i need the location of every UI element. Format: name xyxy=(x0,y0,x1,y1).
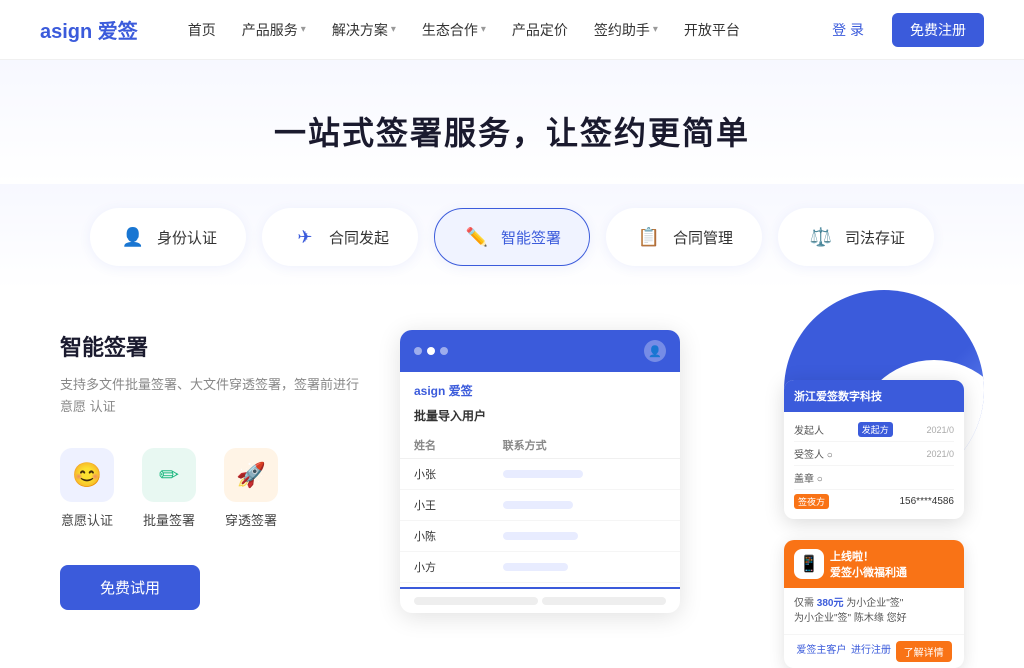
demo-card-header: 👤 xyxy=(400,330,680,372)
popup-notif-body: 仅需 380元 为小企业"签" 为小企业"签" 陈木缘 您好 xyxy=(784,588,964,634)
header: asign 爱签 首页 产品服务 ▾ 解决方案 ▾ 生态合作 ▾ 产品定价 签约… xyxy=(0,0,1024,60)
logo[interactable]: asign 爱签 xyxy=(40,15,138,44)
feature-pills: 👤 身份认证 ✈ 合同发起 ✏️ 智能签署 📋 合同管理 ⚖️ 司法存证 xyxy=(0,184,1024,290)
pill-judicial[interactable]: ⚖️ 司法存证 xyxy=(778,208,934,266)
try-free-button[interactable]: 免费试用 xyxy=(60,565,200,610)
demo-card: 👤 asign 爱签 批量导入用户 姓名 联系方式 小张 xyxy=(400,330,680,613)
demo-dot xyxy=(440,347,448,355)
table-row: 小陈 xyxy=(400,521,680,552)
content-left: 智能签署 支持多文件批量签署、大文件穿透签署，签署前进行意愿 认证 😊 意愿认证… xyxy=(60,320,360,613)
demo-input-row xyxy=(400,587,680,613)
header-actions: 登 录 免费注册 xyxy=(816,13,984,47)
table-row: 小张 xyxy=(400,459,680,490)
notif-body: 发起人 发起方 2021/0 受签人 ○ 2021/0 盖章 ○ 签夜方 156… xyxy=(784,412,964,519)
popup-action-1[interactable]: 爱签主客户 xyxy=(796,641,846,662)
demo-col-contact: 联系方式 xyxy=(489,432,680,459)
popup-notification: 📱 上线啦！ 爱签小微福利通 仅需 380元 为小企业"签" 为小企业"签" 陈… xyxy=(784,540,964,668)
notif-row: 盖章 ○ xyxy=(794,466,954,490)
main-content: 智能签署 支持多文件批量签署、大文件穿透签署，签署前进行意愿 认证 😊 意愿认证… xyxy=(0,290,1024,613)
pill-contract-manage[interactable]: 📋 合同管理 xyxy=(606,208,762,266)
popup-cta-button[interactable]: 了解详情 xyxy=(896,641,952,662)
nav-home[interactable]: 首页 xyxy=(178,14,226,46)
nav-ecosystem[interactable]: 生态合作 ▾ xyxy=(412,14,496,46)
popup-notif-header: 📱 上线啦！ 爱签小微福利通 xyxy=(784,540,964,588)
main-nav: 首页 产品服务 ▾ 解决方案 ▾ 生态合作 ▾ 产品定价 签约助手 ▾ 开放平台 xyxy=(178,14,816,46)
send-icon: ✈ xyxy=(291,223,319,251)
section-title: 智能签署 xyxy=(60,330,360,362)
popup-notif-footer: 爱签主客户 进行注册 了解详情 xyxy=(784,634,964,668)
notif-row: 发起人 发起方 2021/0 xyxy=(794,418,954,442)
demo-input xyxy=(414,597,538,605)
register-button[interactable]: 免费注册 xyxy=(892,13,984,47)
hero-section: 一站式签署服务，让签约更简单 xyxy=(0,60,1024,184)
demo-dot xyxy=(414,347,422,355)
notif-company: 浙江爱签数字科技 xyxy=(794,391,882,403)
pen-icon: ✏️ xyxy=(463,223,491,251)
feature-intent-auth[interactable]: 😊 意愿认证 xyxy=(60,448,114,529)
demo-input xyxy=(542,597,666,605)
notif-row: 受签人 ○ 2021/0 xyxy=(794,442,954,466)
table-row: 小王 xyxy=(400,490,680,521)
logo-text: asign 爱签 xyxy=(40,15,138,44)
popup-notif-icon: 📱 xyxy=(794,549,824,579)
nav-products[interactable]: 产品服务 ▾ xyxy=(232,14,316,46)
chevron-down-icon: ▾ xyxy=(391,24,396,35)
feature-icons: 😊 意愿认证 ✏ 批量签署 🚀 穿透签署 xyxy=(60,448,360,529)
chevron-down-icon: ▾ xyxy=(653,24,658,35)
hero-title: 一站式签署服务，让签约更简单 xyxy=(40,108,984,154)
demo-section-title: 批量导入用户 xyxy=(400,405,680,432)
demo-logo-text: asign 爱签 xyxy=(414,382,473,399)
demo-table: 姓名 联系方式 小张 小王 小陈 xyxy=(400,432,680,583)
table-row: 小方 xyxy=(400,552,680,583)
chevron-down-icon: ▾ xyxy=(481,24,486,35)
popup-action-2[interactable]: 进行注册 xyxy=(851,641,891,662)
pill-smart-sign[interactable]: ✏️ 智能签署 xyxy=(434,208,590,266)
feature-batch-sign[interactable]: ✏ 批量签署 xyxy=(142,448,196,529)
pill-contract-init[interactable]: ✈ 合同发起 xyxy=(262,208,418,266)
feature-penetrate-sign[interactable]: 🚀 穿透签署 xyxy=(224,448,278,529)
doc-icon: 📋 xyxy=(635,223,663,251)
notif-header: 浙江爱签数字科技 xyxy=(784,380,964,412)
user-icon: 👤 xyxy=(119,223,147,251)
batch-icon: ✏ xyxy=(142,448,196,502)
content-right: 👤 asign 爱签 批量导入用户 姓名 联系方式 小张 xyxy=(400,320,964,613)
pill-identity[interactable]: 👤 身份认证 xyxy=(90,208,246,266)
section-desc: 支持多文件批量签署、大文件穿透签署，签署前进行意愿 认证 xyxy=(60,374,360,418)
demo-col-name: 姓名 xyxy=(400,432,489,459)
login-button[interactable]: 登 录 xyxy=(816,14,880,46)
nav-pricing[interactable]: 产品定价 xyxy=(502,14,578,46)
demo-avatar: 👤 xyxy=(644,340,666,362)
intent-icon: 😊 xyxy=(60,448,114,502)
demo-dots xyxy=(414,347,448,355)
nav-openplatform[interactable]: 开放平台 xyxy=(674,14,750,46)
notif-card: 浙江爱签数字科技 发起人 发起方 2021/0 受签人 ○ 2021/0 盖章 … xyxy=(784,380,964,519)
nav-assistant[interactable]: 签约助手 ▾ xyxy=(584,14,668,46)
nav-solutions[interactable]: 解决方案 ▾ xyxy=(322,14,406,46)
scale-icon: ⚖️ xyxy=(807,223,835,251)
notif-phone-row: 签夜方 156****4586 xyxy=(794,490,954,513)
penetrate-icon: 🚀 xyxy=(224,448,278,502)
demo-logo: asign 爱签 xyxy=(400,372,680,405)
chevron-down-icon: ▾ xyxy=(301,24,306,35)
demo-dot xyxy=(427,347,435,355)
